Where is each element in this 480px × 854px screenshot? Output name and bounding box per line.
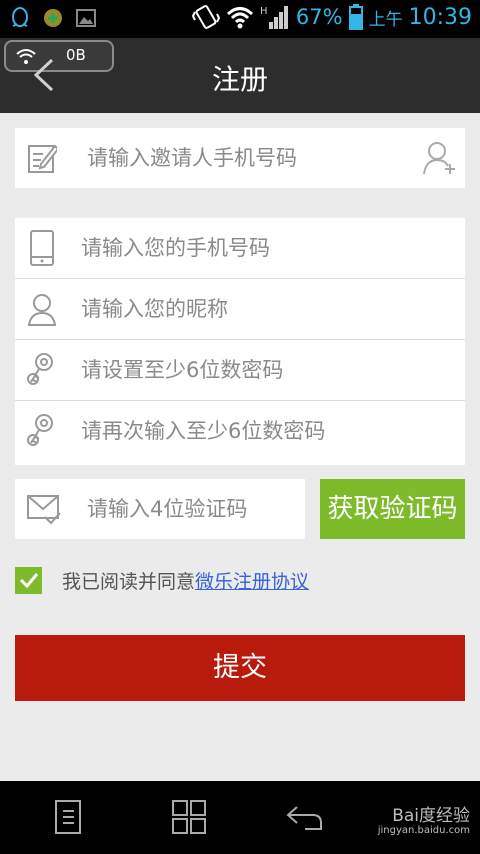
battery-percent: 67% bbox=[295, 5, 343, 29]
vibrate-icon bbox=[191, 5, 220, 29]
key-icon bbox=[27, 353, 53, 385]
agreement-row: 我已阅读并同意 微乐注册协议 bbox=[15, 565, 309, 595]
wifi-icon bbox=[226, 7, 253, 29]
inviter-phone-input[interactable] bbox=[87, 128, 427, 188]
baidu-jingyan-watermark: Bai度经验 jingyan.baidu.com bbox=[378, 801, 470, 836]
back-nav-icon[interactable] bbox=[285, 799, 325, 835]
register-form-card bbox=[15, 218, 465, 465]
phone-row bbox=[15, 218, 465, 279]
agree-text: 我已阅读并同意 bbox=[62, 570, 196, 593]
watermark-url: jingyan.baidu.com bbox=[377, 825, 470, 836]
submit-button[interactable]: 提交 bbox=[15, 635, 465, 701]
mobile-phone-icon bbox=[30, 230, 54, 266]
verification-code-box bbox=[15, 479, 305, 539]
password-confirm-row bbox=[15, 401, 465, 461]
clock-time: 10:39 bbox=[408, 4, 472, 30]
status-bar: H 67% 上午 10:39 bbox=[0, 0, 480, 38]
inviter-card bbox=[15, 128, 465, 188]
agreement-link[interactable]: 微乐注册协议 bbox=[195, 567, 309, 594]
clock-ampm: 上午 bbox=[368, 9, 403, 30]
nickname-row bbox=[15, 279, 465, 340]
system-nav-bar: Bai度经验 jingyan.baidu.com bbox=[0, 781, 480, 854]
add-contact-icon[interactable] bbox=[423, 140, 457, 176]
user-icon bbox=[27, 294, 57, 326]
verification-code-input[interactable] bbox=[87, 479, 297, 539]
app-notification-icon bbox=[44, 9, 62, 27]
cell-signal-icon: H bbox=[260, 6, 288, 29]
menu-icon[interactable] bbox=[50, 799, 90, 835]
password-confirm-input[interactable] bbox=[81, 401, 421, 461]
page-title: 注册 bbox=[211, 63, 268, 96]
checkmark-icon bbox=[19, 573, 38, 589]
password-input[interactable] bbox=[81, 340, 421, 400]
recent-apps-icon[interactable] bbox=[170, 799, 210, 835]
nickname-input[interactable] bbox=[81, 279, 421, 339]
watermark-brand: Bai度经验 bbox=[392, 806, 470, 826]
phone-input[interactable] bbox=[81, 218, 421, 278]
password-row bbox=[15, 340, 465, 401]
svg-text:H: H bbox=[260, 6, 268, 17]
title-bar: 0B 注册 bbox=[0, 38, 480, 113]
battery-icon bbox=[348, 4, 363, 30]
envelope-icon bbox=[27, 495, 61, 525]
edit-note-icon bbox=[28, 144, 57, 173]
agree-checkbox[interactable] bbox=[15, 566, 42, 594]
inviter-row bbox=[15, 128, 465, 188]
get-code-button[interactable]: 获取验证码 bbox=[320, 479, 465, 539]
gallery-icon bbox=[76, 9, 96, 27]
key-icon bbox=[27, 414, 53, 446]
qq-icon bbox=[12, 7, 28, 27]
